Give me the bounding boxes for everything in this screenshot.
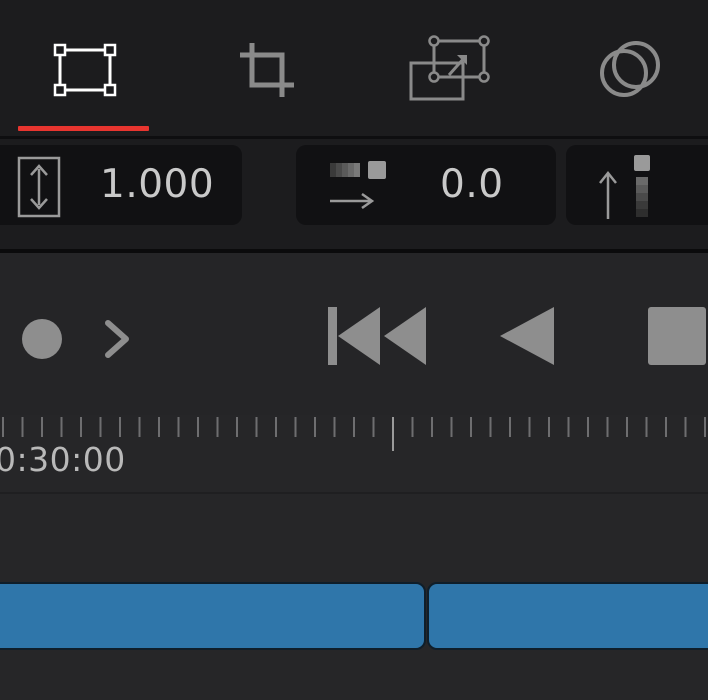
tab-transform[interactable] [30, 30, 140, 110]
play-reverse-icon[interactable] [498, 305, 558, 369]
video-clip[interactable] [427, 582, 708, 650]
vertical-position-icon [599, 155, 650, 219]
tab-dynamic-zoom[interactable] [397, 30, 507, 110]
crop-icon [240, 43, 294, 97]
video-clip[interactable] [0, 582, 426, 650]
parameter-row: 1.000 0.0 [0, 139, 708, 249]
transport-bar [0, 253, 708, 415]
stop-icon[interactable] [646, 305, 708, 367]
position-field[interactable]: 0.0 [296, 145, 556, 225]
horizontal-position-icon [330, 161, 386, 210]
position-value: 0.0 [440, 162, 504, 207]
transform-icon [53, 43, 117, 97]
chevron-right-icon[interactable] [100, 317, 134, 361]
record-dot-icon[interactable] [20, 317, 64, 361]
inspector-tab-bar [0, 0, 708, 136]
tab-crop[interactable] [212, 30, 322, 110]
active-tab-indicator [18, 126, 149, 131]
ruler-timecode: 0:30:00 [0, 440, 126, 479]
rotation-field[interactable] [566, 145, 708, 225]
tab-composite[interactable] [575, 30, 685, 110]
composite-icon [600, 41, 660, 97]
vertical-resize-icon [17, 156, 61, 218]
dynamic-zoom-icon [409, 35, 490, 101]
zoom-field[interactable]: 1.000 [0, 145, 242, 225]
zoom-value: 1.000 [100, 162, 215, 207]
skip-to-start-icon[interactable] [326, 305, 430, 369]
